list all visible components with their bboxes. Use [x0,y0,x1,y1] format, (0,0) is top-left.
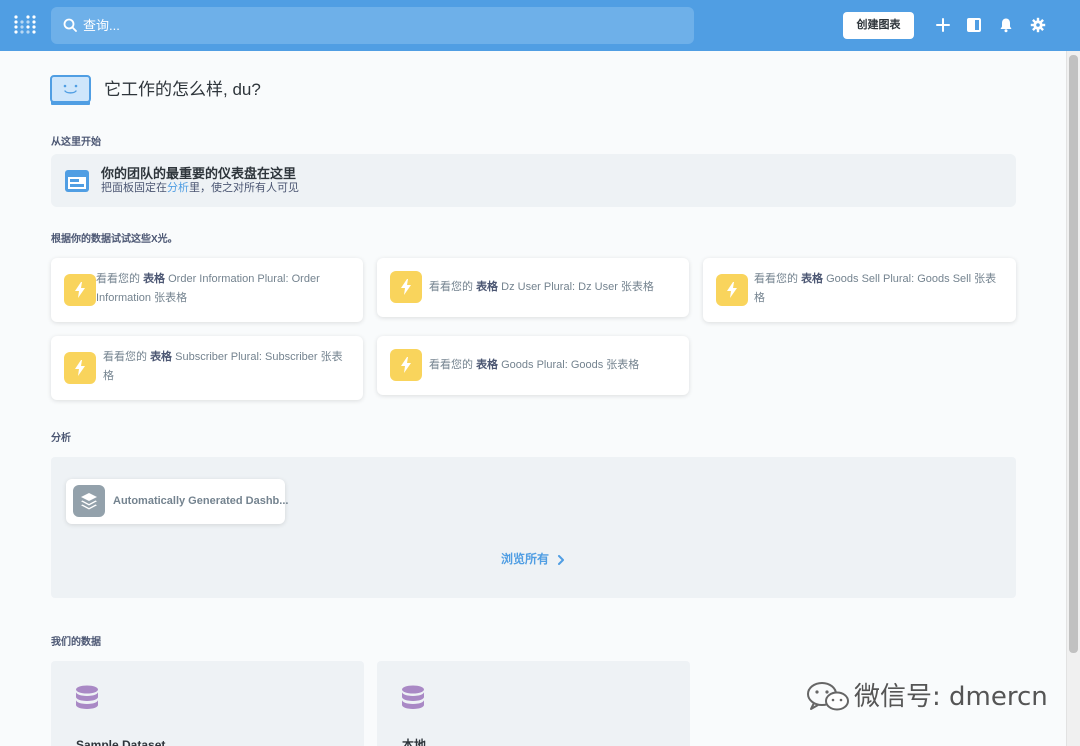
start-here-subtitle-prefix: 把面板固定在 [101,182,167,194]
start-here-heading: 从这里开始 [51,137,101,148]
scrollbar-thumb[interactable] [1069,55,1078,653]
database-card[interactable]: 本地 [377,661,690,746]
bell-icon[interactable] [998,17,1014,33]
dashboard-icon[interactable] [966,17,982,33]
wechat-watermark: 微信号: dmercn [806,680,1048,716]
database-icon [76,685,98,709]
dashboard-card[interactable]: Automatically Generated Dashb... [66,479,289,524]
bolt-icon [390,349,422,381]
search-input[interactable]: 查询... [51,7,694,44]
start-here-title: 你的团队的最重要的仪表盘在这里 [101,166,297,181]
search-placeholder: 查询... [83,18,120,33]
top-navbar: 查询... 创建图表 [0,0,1080,51]
smiley-monitor-icon [50,75,91,105]
watermark-text: 微信号: dmercn [854,682,1048,712]
chevron-right-icon[interactable] [557,555,565,565]
wechat-icon [807,682,849,711]
xray-card-text: 看看您的 表格 Order Information Plural: Order I… [96,273,320,304]
analytics-link[interactable]: 分析 [167,182,189,194]
bolt-icon [390,271,422,303]
database-name: 本地 [402,738,427,746]
xray-heading: 根据你的数据试试这些X光。 [51,234,178,245]
database-name: Sample Dataset [76,738,166,746]
gear-icon[interactable] [1030,17,1046,33]
xray-card-text: 看看您的 表格 Goods Plural: Goods 张表格 [429,359,640,371]
start-here-card: 你的团队的最重要的仪表盘在这里 把面板固定在分析里，使之对所有人可见 [51,154,1016,207]
database-card[interactable]: Sample Dataset [51,661,364,746]
xray-card-text: 看看您的 表格 Dz User Plural: Dz User 张表格 [429,281,654,293]
bolt-icon [64,274,96,306]
our-data-heading: 我们的数据 [51,637,101,648]
database-icon [402,685,424,709]
xray-card[interactable]: 看看您的 表格 Dz User Plural: Dz User 张表格 [377,258,689,317]
start-here-subtitle: 把面板固定在分析里，使之对所有人可见 [101,182,299,195]
greeting-heading: 它工作的怎么样, du? [104,80,261,99]
analytics-heading: 分析 [51,433,71,444]
xray-card[interactable]: 看看您的 表格 Goods Sell Plural: Goods Sell 张表… [703,258,1016,322]
plus-icon[interactable] [935,17,951,33]
xray-card[interactable]: 看看您的 表格 Subscriber Plural: Subscriber 张表… [51,336,363,400]
dashboard-icon [65,170,89,192]
search-icon [63,18,77,32]
metabase-logo-icon[interactable] [13,14,37,36]
start-here-subtitle-suffix: 里，使之对所有人可见 [189,182,299,194]
browse-all-link[interactable]: 浏览所有 [501,552,549,566]
xray-card-text: 看看您的 表格 Goods Sell Plural: Goods Sell 张表… [754,273,997,304]
create-question-button[interactable]: 创建图表 [843,12,914,39]
page-scrollbar[interactable] [1066,51,1080,746]
analytics-section: Automatically Generated Dashb... 浏览所有 [51,457,1016,598]
xray-card[interactable]: 看看您的 表格 Order Information Plural: Order I… [51,258,363,322]
bolt-icon [64,352,96,384]
bolt-icon [716,274,748,306]
xray-card-text: 看看您的 表格 Subscriber Plural: Subscriber 张表… [103,351,343,382]
xray-card[interactable]: 看看您的 表格 Goods Plural: Goods 张表格 [377,336,689,395]
dashboard-title: Automatically Generated Dashb... [113,495,289,507]
layers-icon [73,485,105,517]
